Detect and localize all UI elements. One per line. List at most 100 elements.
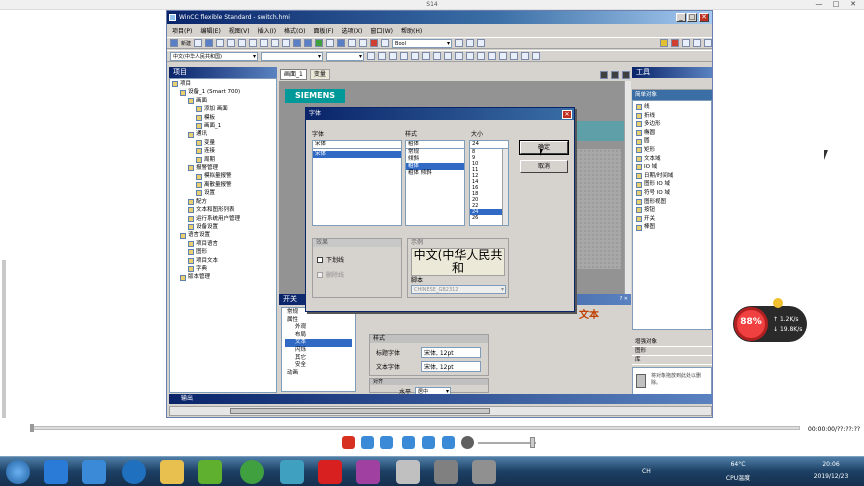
print-icon[interactable] (216, 39, 225, 47)
compile-icon[interactable] (293, 39, 302, 47)
tree-item[interactable]: 语言设置 (172, 231, 274, 239)
volume-handle[interactable] (530, 437, 535, 448)
line-color-icon[interactable] (671, 39, 679, 47)
browser-icon[interactable] (240, 460, 264, 484)
clock-date[interactable]: 2019/12/23 (806, 473, 856, 480)
tree-item[interactable]: 连接 (172, 147, 274, 155)
tool-item[interactable]: 多边形 (636, 120, 708, 129)
style-option[interactable]: 粗体 (406, 163, 464, 170)
media-player-icon[interactable] (198, 460, 222, 484)
mirror-icon[interactable] (532, 52, 540, 60)
tool-item[interactable]: 开关 (636, 215, 708, 224)
minimize-button[interactable]: — (812, 0, 826, 9)
tree-item[interactable]: 周期 (172, 156, 274, 164)
menu-item-4[interactable]: 格式(O) (284, 26, 305, 35)
cut-icon[interactable] (249, 39, 258, 47)
k-app-icon[interactable] (122, 460, 146, 484)
tree-item[interactable]: 画面 (172, 97, 274, 105)
property-category[interactable]: 外观 (285, 324, 352, 332)
style-list[interactable]: 粗体 常规 倾斜 粗体 粗体 倾斜 (405, 140, 465, 226)
new-icon[interactable] (170, 39, 178, 47)
app-maximize-button[interactable]: □ (687, 13, 697, 22)
scroll-thumb[interactable] (230, 408, 490, 414)
bottom-scrollbar[interactable] (169, 406, 712, 416)
progress-handle[interactable] (30, 424, 34, 432)
forward-end-button[interactable] (442, 436, 455, 449)
tab-close-icon[interactable] (622, 70, 630, 79)
copy-icon[interactable] (260, 39, 269, 47)
record-button[interactable] (342, 436, 355, 449)
font-option[interactable]: 宋体 (313, 151, 401, 158)
property-category[interactable]: 动画 (285, 370, 352, 378)
align-center-icon[interactable] (411, 52, 419, 60)
title-font-field[interactable]: 宋体, 12pt (421, 347, 481, 358)
menu-item-0[interactable]: 项目(P) (172, 26, 192, 35)
tool-item[interactable]: IO 域 (636, 163, 708, 172)
menu-item-5[interactable]: 面板(F) (313, 26, 333, 35)
align-icon[interactable] (348, 39, 357, 47)
underline-checkbox[interactable] (317, 256, 323, 263)
forward-button[interactable] (422, 436, 435, 449)
tool-item[interactable]: 图形 IO 域 (636, 180, 708, 189)
layout-icon[interactable] (499, 52, 507, 60)
underline-icon[interactable] (389, 52, 397, 60)
style-input[interactable]: 粗体 (406, 141, 464, 149)
tool-item[interactable]: 圆 (636, 137, 708, 146)
tool-icon[interactable] (356, 460, 380, 484)
tools-section[interactable]: 增强对象 (632, 338, 712, 347)
tree-item[interactable]: 版本管理 (172, 273, 274, 281)
tool-item[interactable]: 符号 IO 域 (636, 189, 708, 198)
tree-item[interactable]: 模拟量报警 (172, 172, 274, 180)
tree-item[interactable]: 项目语言 (172, 240, 274, 248)
runtime-icon[interactable] (315, 39, 324, 47)
tab-prev-icon[interactable] (600, 70, 608, 79)
tree-item[interactable]: 设置 (172, 189, 274, 197)
tree-item[interactable]: 运行系统用户管理 (172, 215, 274, 223)
font-color-icon[interactable] (466, 52, 474, 60)
group-icon[interactable] (381, 39, 390, 47)
tool-item[interactable]: 棒图 (636, 223, 708, 232)
tool-item[interactable]: 日期/时间域 (636, 172, 708, 181)
style-option[interactable]: 倾斜 (406, 156, 464, 163)
fill-color-icon[interactable] (660, 39, 668, 47)
speed-widget[interactable]: 88% ↑ 1.2K/s ↓ 19.8K/s (733, 298, 807, 342)
tab-screen1[interactable]: 画面_1 (280, 69, 307, 80)
line-width-icon[interactable] (682, 39, 690, 47)
app-minimize-button[interactable]: _ (676, 13, 686, 22)
maximize-button[interactable]: □ (829, 0, 843, 9)
tree-item[interactable]: 通讯 (172, 130, 274, 138)
line-style-icon[interactable] (693, 39, 701, 47)
settings-app-icon[interactable] (396, 460, 420, 484)
align-top-icon[interactable] (433, 52, 441, 60)
simulate-icon[interactable] (326, 39, 335, 47)
font-select[interactable] (261, 51, 323, 61)
tree-item[interactable]: 设备_1 (Smart 700) (172, 88, 274, 96)
style-option[interactable]: 粗体 倾斜 (406, 170, 464, 177)
tool-item[interactable]: 文本域 (636, 155, 708, 164)
tab-tags[interactable]: 变量 (309, 69, 330, 80)
tree-item[interactable]: 报警管理 (172, 164, 274, 172)
start-button[interactable] (6, 460, 30, 484)
clock-time[interactable]: 20:06 (806, 461, 856, 468)
align-right-icon[interactable] (422, 52, 430, 60)
redo-icon[interactable] (238, 39, 247, 47)
language-select[interactable]: 中文(中华人民共和国) (170, 51, 258, 61)
volume-icon[interactable] (461, 436, 474, 449)
strike-checkbox-row[interactable]: 删除线 (313, 270, 401, 279)
underline-checkbox-row[interactable]: 下划线 (313, 255, 401, 264)
tool-item[interactable]: 图形视图 (636, 198, 708, 207)
app-close-button[interactable]: ✕ (699, 13, 709, 22)
tree-item[interactable]: 字典 (172, 265, 274, 273)
ie-icon[interactable] (44, 460, 68, 484)
size-input[interactable]: 24 (470, 141, 508, 149)
warning-app-icon[interactable] (318, 460, 342, 484)
rotate-icon[interactable] (521, 52, 529, 60)
tool-item[interactable]: 折线 (636, 112, 708, 121)
tree-item[interactable]: 文本和图形列表 (172, 206, 274, 214)
zoom-fit-icon[interactable] (477, 39, 486, 47)
script-select[interactable]: CHINESE_GB2312 (411, 285, 506, 294)
layer-icon[interactable] (359, 39, 368, 47)
transfer-icon[interactable] (337, 39, 346, 47)
menu-item-6[interactable]: 选项(X) (342, 26, 363, 35)
border-icon[interactable] (488, 52, 496, 60)
